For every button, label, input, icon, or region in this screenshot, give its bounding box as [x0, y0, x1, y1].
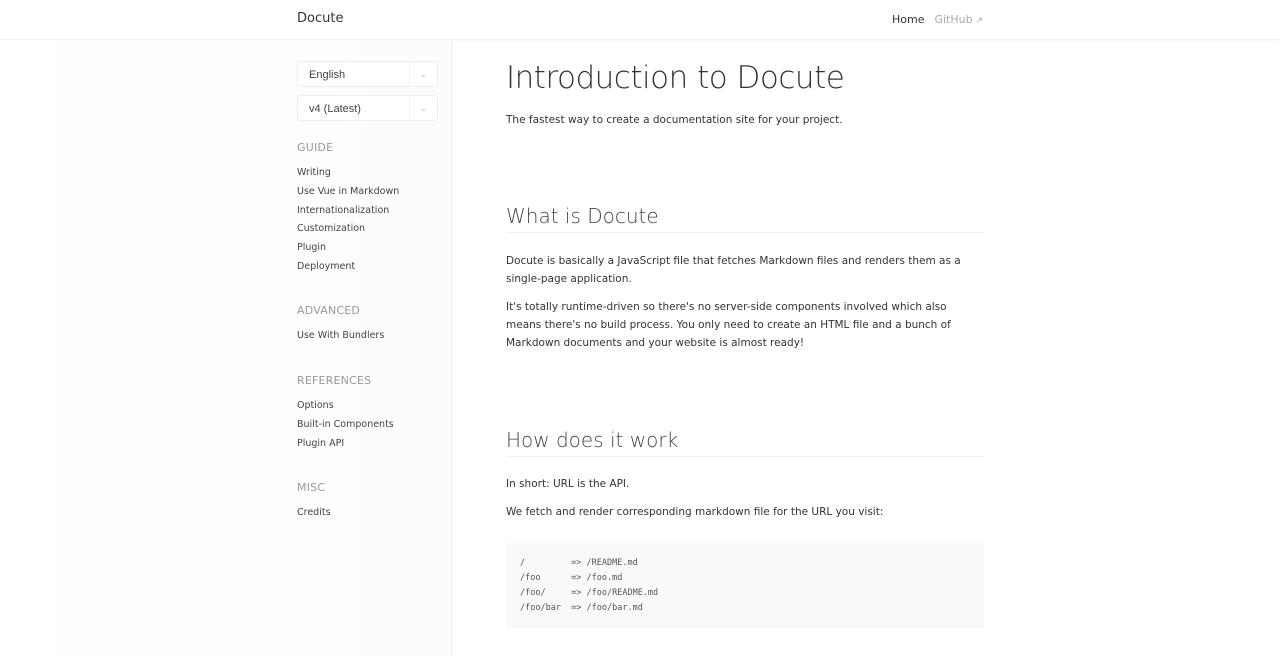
external-link-icon: ↗: [972, 16, 983, 26]
site-logo[interactable]: Docute: [297, 11, 343, 26]
sidebar-item[interactable]: Options: [297, 400, 334, 411]
version-value: v4 (Latest): [309, 103, 361, 115]
code-block: / => /README.md /foo => /foo.md /foo/ =>…: [506, 543, 984, 628]
sidebar-item[interactable]: Customization: [297, 223, 365, 234]
chevron-down-icon: ⌄: [409, 96, 437, 120]
nav-github[interactable]: GitHub ↗: [934, 13, 983, 26]
sidebar: [0, 40, 452, 656]
language-select[interactable]: English ⌄: [297, 61, 438, 87]
sidebar-item[interactable]: Credits: [297, 507, 331, 518]
paragraph: In short: URL is the API.: [506, 478, 630, 490]
sidebar-item[interactable]: Use With Bundlers: [297, 330, 384, 341]
sidebar-item[interactable]: Deployment: [297, 261, 355, 272]
sidebar-item[interactable]: Plugin: [297, 242, 326, 253]
heading-what-is-docute: What is Docute: [506, 204, 984, 233]
sidebar-item[interactable]: Use Vue in Markdown: [297, 186, 399, 197]
chevron-down-icon: ⌄: [409, 62, 437, 86]
sidebar-section-title: GUIDE: [297, 141, 334, 154]
version-select[interactable]: v4 (Latest) ⌄: [297, 95, 438, 121]
sidebar-section-title: ADVANCED: [297, 304, 361, 317]
paragraph: Docute is basically a JavaScript file th…: [506, 255, 961, 285]
nav-home[interactable]: Home: [892, 13, 924, 26]
language-value: English: [309, 69, 346, 81]
paragraph: We fetch and render corresponding markdo…: [506, 506, 884, 518]
header: Docute Home GitHub ↗: [0, 0, 1280, 40]
heading-how-does-it-work: How does it work: [506, 428, 984, 457]
page-title: Introduction to Docute: [506, 60, 845, 96]
nav-github-label: GitHub: [934, 13, 973, 26]
sidebar-item[interactable]: Writing: [297, 167, 331, 178]
sidebar-section-title: MISC: [297, 481, 326, 494]
sidebar-item[interactable]: Plugin API: [297, 438, 344, 449]
top-nav: Home GitHub ↗: [892, 13, 983, 26]
sidebar-section-title: REFERENCES: [297, 374, 372, 387]
sidebar-item[interactable]: Internationalization: [297, 205, 389, 216]
paragraph: It's totally runtime-driven so there's n…: [506, 301, 951, 349]
page-subtitle: The fastest way to create a documentatio…: [506, 114, 843, 126]
sidebar-item[interactable]: Built-in Components: [297, 419, 394, 430]
